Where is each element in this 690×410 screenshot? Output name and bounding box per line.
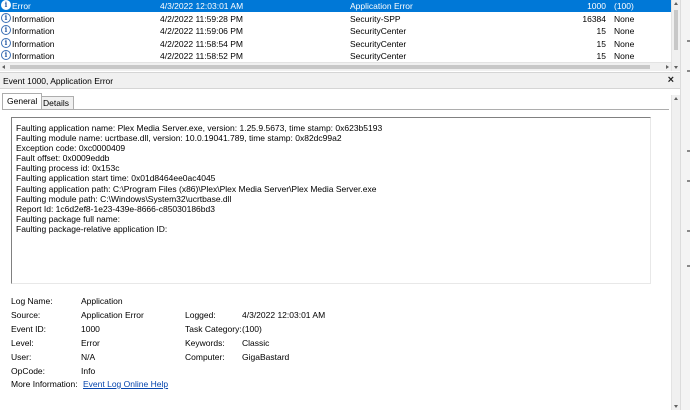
- event-detail-panel: General Details Faulting application nam…: [0, 89, 671, 410]
- event-source: SecurityCenter: [350, 39, 407, 49]
- description-line: Faulting module path: C:\Windows\System3…: [16, 193, 232, 204]
- source-label: Source:: [11, 310, 41, 320]
- event-source: Application Error: [350, 1, 413, 11]
- event-source: SecurityCenter: [350, 26, 407, 36]
- tab-general[interactable]: General: [2, 93, 43, 109]
- keywords-label: Keywords:: [185, 338, 225, 348]
- event-level: Information: [12, 51, 55, 61]
- info-icon: i: [1, 38, 11, 48]
- info-icon: i: [1, 50, 11, 60]
- event-task: None: [614, 39, 635, 49]
- logged-value: 4/3/2022 12:03:01 AM: [242, 310, 326, 320]
- info-icon: i: [1, 25, 11, 35]
- event-description-box[interactable]: Faulting application name: Plex Media Se…: [11, 117, 651, 284]
- scroll-right-arrow-icon[interactable]: [666, 65, 669, 69]
- scroll-up-arrow-icon[interactable]: [674, 97, 678, 100]
- user-value: N/A: [81, 352, 96, 362]
- event-id-value: 1000: [81, 324, 100, 334]
- event-log-online-help-link[interactable]: Event Log Online Help: [83, 379, 168, 389]
- event-level: Error: [12, 1, 31, 11]
- side-panel-edge: [680, 0, 690, 410]
- event-detail-title: Event 1000, Application Error: [3, 76, 114, 86]
- event-task: None: [614, 26, 635, 36]
- user-label: User:: [11, 352, 32, 362]
- event-source: SecurityCenter: [350, 51, 407, 61]
- event-level: Information: [12, 39, 55, 49]
- info-icon: i: [1, 13, 11, 23]
- event-task: (100): [614, 1, 634, 11]
- more-information-label: More Information:: [11, 379, 78, 389]
- event-source: Security-SPP: [350, 14, 401, 24]
- event-row[interactable]: i Information 4/2/2022 11:58:54 PM Secur…: [0, 38, 671, 50]
- event-task: None: [614, 51, 635, 61]
- event-level: Information: [12, 26, 55, 36]
- description-line: Faulting process id: 0x153c: [16, 163, 120, 174]
- computer-label: Computer:: [185, 352, 225, 362]
- detail-vertical-scrollbar[interactable]: [671, 95, 680, 410]
- event-date: 4/2/2022 11:58:54 PM: [160, 39, 244, 49]
- task-category-value: (100): [242, 324, 262, 334]
- description-line: Faulting application path: C:\Program Fi…: [16, 183, 377, 194]
- event-row[interactable]: i Error 4/3/2022 12:03:01 AM Application…: [0, 0, 671, 12]
- scrollbar-thumb[interactable]: [674, 10, 678, 50]
- description-line: Faulting application start time: 0x01d84…: [16, 173, 216, 184]
- scroll-down-arrow-icon[interactable]: [674, 66, 678, 69]
- event-date: 4/3/2022 12:03:01 AM: [160, 1, 244, 11]
- description-line: Report Id: 1c6d2ef8-1e23-439e-8666-c8503…: [16, 203, 215, 214]
- event-date: 4/2/2022 11:59:06 PM: [160, 26, 244, 36]
- description-line: Faulting module name: ucrtbase.dll, vers…: [16, 133, 342, 144]
- description-line: Faulting application name: Plex Media Se…: [16, 123, 383, 133]
- opcode-value: Info: [81, 366, 96, 376]
- event-task: None: [614, 14, 635, 24]
- level-value: Error: [81, 338, 100, 348]
- event-row[interactable]: i Information 4/2/2022 11:58:52 PM Secur…: [0, 50, 671, 62]
- info-icon: i: [1, 0, 11, 10]
- level-label: Level:: [11, 338, 34, 348]
- event-detail-header: Event 1000, Application Error ×: [0, 72, 680, 89]
- close-icon[interactable]: ×: [668, 74, 674, 86]
- log-name-label: Log Name:: [11, 296, 53, 306]
- task-category-label: Task Category:: [185, 324, 242, 334]
- description-line: Faulting package-relative application ID…: [16, 223, 168, 234]
- event-row[interactable]: i Information 4/2/2022 11:59:28 PM Secur…: [0, 13, 671, 25]
- event-id: 15: [596, 51, 606, 61]
- log-name-value: Application: [81, 296, 123, 306]
- event-list-horizontal-scrollbar[interactable]: [0, 62, 671, 71]
- event-list[interactable]: i Error 4/3/2022 12:03:01 AM Application…: [0, 0, 671, 62]
- keywords-value: Classic: [242, 338, 270, 348]
- event-row[interactable]: i Information 4/2/2022 11:59:06 PM Secur…: [0, 25, 671, 37]
- event-date: 4/2/2022 11:59:28 PM: [160, 14, 244, 24]
- event-level: Information: [12, 14, 55, 24]
- scroll-left-arrow-icon[interactable]: [2, 65, 5, 69]
- event-date: 4/2/2022 11:58:52 PM: [160, 51, 244, 61]
- tab-divider: [2, 109, 669, 110]
- scroll-down-arrow-icon[interactable]: [674, 405, 678, 408]
- scroll-up-arrow-icon[interactable]: [674, 2, 678, 5]
- computer-value: GigaBastard: [242, 352, 290, 362]
- scrollbar-thumb[interactable]: [10, 65, 650, 69]
- event-id: 16384: [582, 14, 606, 24]
- description-line: Fault offset: 0x0009eddb: [16, 153, 110, 164]
- description-line: Exception code: 0xc0000409: [16, 143, 126, 154]
- logged-label: Logged:: [185, 310, 216, 320]
- event-id: 15: [596, 39, 606, 49]
- event-id: 15: [596, 26, 606, 36]
- event-id-label: Event ID:: [11, 324, 46, 334]
- opcode-label: OpCode:: [11, 366, 46, 376]
- event-list-vertical-scrollbar[interactable]: [671, 0, 680, 71]
- source-value: Application Error: [81, 310, 144, 320]
- event-id: 1000: [587, 1, 606, 11]
- description-line: Faulting package full name:: [16, 213, 120, 224]
- tab-details[interactable]: Details: [38, 96, 74, 109]
